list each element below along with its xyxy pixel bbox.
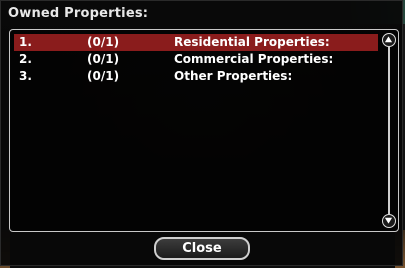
list-item-number: 3. (19, 69, 32, 83)
scroll-track[interactable] (388, 47, 390, 214)
owned-properties-dialog: Owned Properties: 1. (0/1) Residential P… (0, 0, 403, 266)
dialog-title: Owned Properties: (8, 6, 149, 21)
scroll-up-button[interactable] (382, 33, 396, 47)
arrow-up-icon (384, 36, 393, 43)
list-item-number: 2. (19, 52, 32, 66)
list-item[interactable]: 2. (0/1) Commercial Properties: (14, 51, 378, 68)
list-scrollbar[interactable] (382, 33, 396, 228)
scroll-down-button[interactable] (382, 214, 396, 228)
list-item-label: Residential Properties: (174, 35, 330, 49)
properties-list-frame: 1. (0/1) Residential Properties: 2. (0/1… (9, 29, 399, 232)
list-item-label: Other Properties: (174, 69, 293, 83)
list-item-count: (0/1) (87, 69, 120, 83)
list-item-count: (0/1) (87, 52, 120, 66)
properties-list: 1. (0/1) Residential Properties: 2. (0/1… (14, 34, 378, 85)
list-item[interactable]: 1. (0/1) Residential Properties: (14, 34, 378, 51)
close-button[interactable]: Close (154, 237, 250, 260)
list-item[interactable]: 3. (0/1) Other Properties: (14, 68, 378, 85)
game-screen: Owned Properties: 1. (0/1) Residential P… (0, 0, 405, 268)
arrow-down-icon (384, 217, 393, 224)
list-item-number: 1. (19, 35, 32, 49)
list-item-label: Commercial Properties: (174, 52, 334, 66)
list-item-count: (0/1) (87, 35, 120, 49)
